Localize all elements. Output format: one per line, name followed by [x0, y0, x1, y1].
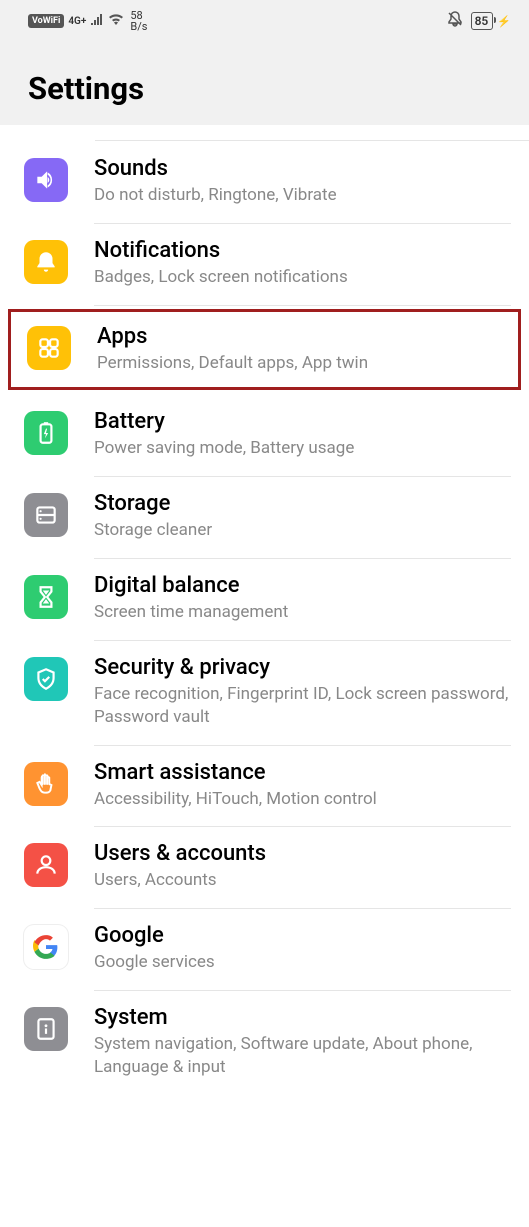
item-subtitle: System navigation, Software update, Abou…: [94, 1033, 511, 1079]
item-content: Users & accounts Users, Accounts: [94, 841, 511, 909]
item-subtitle: Permissions, Default apps, App twin: [97, 352, 508, 375]
item-subtitle: Accessibility, HiTouch, Motion control: [94, 788, 511, 811]
item-title: Apps: [97, 324, 508, 349]
item-subtitle: Face recognition, Fingerprint ID, Lock s…: [94, 683, 511, 729]
item-content: Smart assistance Accessibility, HiTouch,…: [94, 760, 511, 828]
item-title: Sounds: [94, 156, 511, 181]
status-bar: VoWiFi 4G+ 58 B/s 85 ⚡: [0, 0, 529, 40]
signal-icon: [90, 13, 104, 29]
settings-item-users-accounts[interactable]: Users & accounts Users, Accounts: [0, 826, 529, 908]
settings-list[interactable]: Sounds Do not disturb, Ringtone, Vibrate…: [0, 125, 529, 1094]
charging-icon: ⚡: [497, 15, 511, 28]
mute-icon: [447, 11, 463, 31]
item-content: Digital balance Screen time management: [94, 573, 511, 641]
item-title: Storage: [94, 491, 511, 516]
item-title: System: [94, 1005, 511, 1030]
item-content: System System navigation, Software updat…: [94, 1005, 511, 1095]
settings-item-apps[interactable]: Apps Permissions, Default apps, App twin: [8, 309, 521, 390]
storage-icon: [24, 493, 68, 537]
item-subtitle: Storage cleaner: [94, 519, 511, 542]
network-speed: 58 B/s: [130, 10, 147, 32]
settings-item-smart-assistance[interactable]: Smart assistance Accessibility, HiTouch,…: [0, 745, 529, 827]
settings-item-system[interactable]: System System navigation, Software updat…: [0, 990, 529, 1094]
item-subtitle: Badges, Lock screen notifications: [94, 266, 511, 289]
user-icon: [24, 843, 68, 887]
item-content: Security & privacy Face recognition, Fin…: [94, 655, 511, 746]
item-title: Users & accounts: [94, 841, 511, 866]
item-content: Notifications Badges, Lock screen notifi…: [94, 238, 511, 306]
settings-item-storage[interactable]: Storage Storage cleaner: [0, 476, 529, 558]
battery-indicator: 85: [471, 12, 494, 30]
info-icon: [24, 1007, 68, 1051]
item-content: Sounds Do not disturb, Ringtone, Vibrate: [94, 156, 511, 224]
settings-item-sounds[interactable]: Sounds Do not disturb, Ringtone, Vibrate: [0, 141, 529, 223]
settings-item-battery[interactable]: Battery Power saving mode, Battery usage: [0, 394, 529, 476]
settings-item-google[interactable]: Google Google services: [0, 908, 529, 990]
status-left: VoWiFi 4G+ 58 B/s: [28, 10, 147, 32]
wifi-icon: [108, 13, 124, 29]
item-subtitle: Google services: [94, 951, 511, 974]
item-subtitle: Users, Accounts: [94, 869, 511, 892]
item-title: Smart assistance: [94, 760, 511, 785]
hourglass-icon: [24, 575, 68, 619]
google-icon: [24, 925, 68, 969]
item-subtitle: Screen time management: [94, 601, 511, 624]
bell-icon: [24, 240, 68, 284]
item-content: Battery Power saving mode, Battery usage: [94, 409, 511, 477]
settings-item-notifications[interactable]: Notifications Badges, Lock screen notifi…: [0, 223, 529, 305]
item-subtitle: Do not disturb, Ringtone, Vibrate: [94, 184, 511, 207]
settings-item-digital-balance[interactable]: Digital balance Screen time management: [0, 558, 529, 640]
shield-icon: [24, 657, 68, 701]
item-title: Battery: [94, 409, 511, 434]
item-title: Digital balance: [94, 573, 511, 598]
settings-item-security[interactable]: Security & privacy Face recognition, Fin…: [0, 640, 529, 745]
item-title: Notifications: [94, 238, 511, 263]
status-right: 85 ⚡: [447, 11, 511, 31]
item-content: Google Google services: [94, 923, 511, 991]
item-content: Apps Permissions, Default apps, App twin: [97, 324, 508, 375]
item-title: Google: [94, 923, 511, 948]
page-title: Settings: [0, 40, 529, 115]
item-subtitle: Power saving mode, Battery usage: [94, 437, 511, 460]
hand-icon: [24, 762, 68, 806]
vowifi-badge: VoWiFi: [28, 14, 64, 28]
item-title: Security & privacy: [94, 655, 511, 680]
item-content: Storage Storage cleaner: [94, 491, 511, 559]
sound-icon: [24, 158, 68, 202]
header: VoWiFi 4G+ 58 B/s 85 ⚡ Settings: [0, 0, 529, 125]
apps-icon: [27, 326, 71, 370]
network-type: 4G+: [68, 16, 86, 27]
battery-icon: [24, 411, 68, 455]
partial-previous-item: [95, 125, 529, 141]
